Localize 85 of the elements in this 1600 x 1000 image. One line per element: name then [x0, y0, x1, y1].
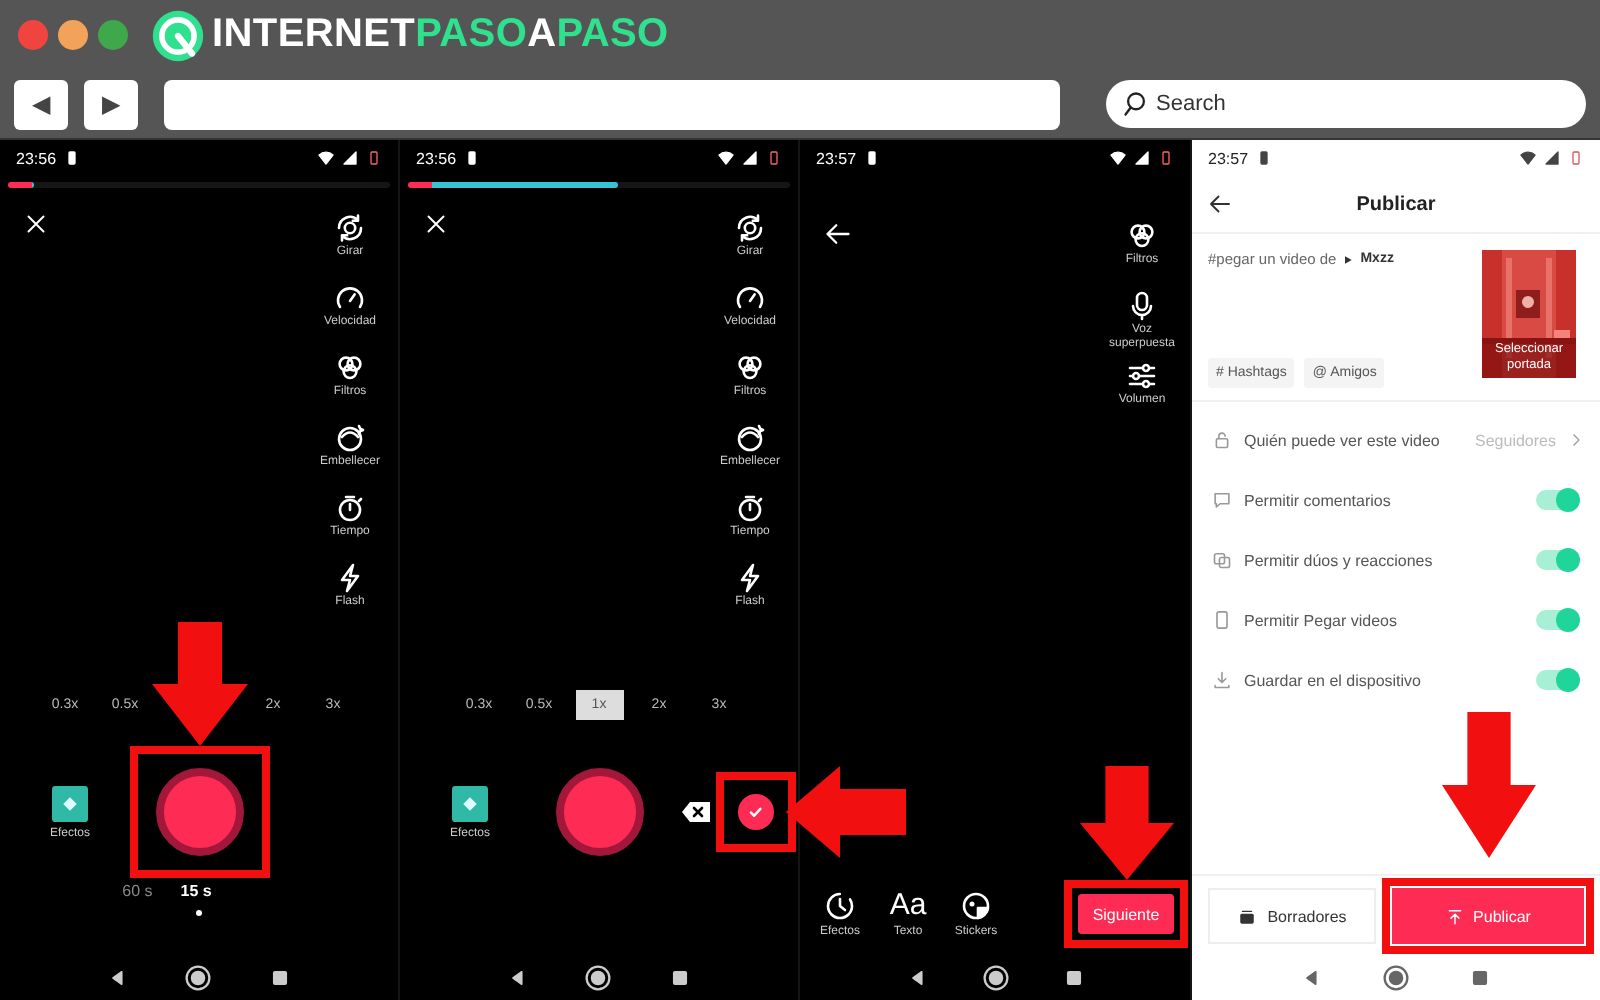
wifi-icon [1520, 150, 1536, 166]
chevron-icon [1568, 432, 1584, 448]
toggle-switch[interactable] [1536, 610, 1576, 630]
flip-camera-icon [734, 212, 766, 244]
forward-button[interactable]: ▶ [84, 79, 138, 129]
window-control[interactable] [98, 20, 128, 50]
publish-button[interactable]: Publicar [1392, 888, 1584, 944]
battery-icon [766, 150, 782, 166]
setting-label: Permitir Pegar videos [1244, 611, 1399, 629]
speed-icon [334, 282, 366, 314]
page-title: Publicar [1354, 193, 1438, 215]
toggle-switch[interactable] [1536, 490, 1576, 510]
setting-label: Permitir dúos y reacciones [1244, 551, 1435, 569]
annotation-arrow [152, 622, 248, 746]
status-time: 23:57 [1208, 149, 1249, 167]
filters-icon [1126, 220, 1158, 252]
home-icon[interactable] [1382, 964, 1410, 992]
effects-icon [451, 785, 488, 821]
download-icon [1212, 670, 1232, 690]
annotation-arrow [1079, 766, 1173, 880]
toggle-switch[interactable] [1536, 670, 1576, 690]
confirm-button[interactable] [738, 794, 774, 830]
play-icon [1342, 253, 1355, 265]
filters-icon [334, 352, 366, 384]
setting-label: Permitir comentarios [1244, 491, 1393, 509]
back-arrow-icon[interactable] [1208, 192, 1232, 216]
check-icon [746, 802, 766, 822]
logo-text: INTERNETPASOAPASO [212, 12, 669, 58]
record-button[interactable] [156, 768, 244, 856]
speed-icon [734, 282, 766, 314]
setting-label: Guardar en el dispositivo [1244, 671, 1423, 689]
back-icon[interactable] [508, 968, 529, 988]
search-icon [1122, 90, 1150, 118]
duet-icon [1212, 550, 1232, 570]
upload-icon [1445, 907, 1464, 925]
status-time: 23:57 [816, 149, 857, 167]
next-button[interactable]: Siguiente [1078, 894, 1174, 934]
back-arrow-icon[interactable] [824, 220, 852, 248]
record-button[interactable] [556, 768, 644, 856]
back-icon[interactable] [1302, 968, 1322, 988]
battery-icon [366, 150, 382, 166]
sliders-icon [1126, 360, 1158, 392]
toggle-switch[interactable] [1536, 550, 1576, 570]
signal-icon [742, 150, 758, 166]
filters-icon [734, 352, 766, 384]
microphone-icon [1126, 290, 1158, 322]
setting-label: Quién puede ver este video [1244, 431, 1442, 449]
signal-icon [1134, 150, 1150, 166]
recents-icon[interactable] [1470, 968, 1490, 988]
signal-icon [342, 150, 358, 166]
timer-icon [334, 492, 366, 524]
drafts-button[interactable]: Borradores [1208, 888, 1376, 944]
comment-icon [1212, 490, 1232, 510]
effects-icon [824, 890, 856, 922]
close-icon[interactable] [24, 212, 48, 236]
status-time: 23:56 [16, 149, 57, 167]
lock-icon [1212, 430, 1232, 450]
wifi-icon [718, 150, 734, 166]
battery-icon [1158, 150, 1174, 166]
sticker-icon [960, 890, 992, 922]
battery-icon [1568, 150, 1584, 166]
window-control[interactable] [58, 20, 88, 50]
back-icon[interactable] [907, 968, 927, 988]
duration-option[interactable]: 15 s [180, 881, 212, 899]
phone-icon [1212, 610, 1232, 630]
timer-icon [734, 492, 766, 524]
beauty-icon [734, 422, 766, 454]
wifi-icon [318, 150, 334, 166]
beauty-icon [334, 422, 366, 454]
flip-camera-icon [334, 212, 366, 244]
duration-option[interactable]: 60 s [122, 881, 153, 899]
address-field[interactable] [164, 79, 1060, 129]
effects-icon [51, 785, 88, 821]
status-time: 23:56 [416, 149, 457, 167]
back-button[interactable]: ◀ [14, 79, 68, 129]
annotation-arrow [786, 766, 906, 858]
search-field[interactable]: Search [1106, 80, 1586, 128]
close-icon[interactable] [424, 212, 448, 236]
wifi-icon [1110, 150, 1126, 166]
drafts-icon [1237, 907, 1256, 925]
delete-clip-icon[interactable] [680, 796, 712, 828]
back-icon[interactable] [108, 968, 129, 988]
signal-icon [1544, 150, 1560, 166]
logo-icon [150, 7, 206, 63]
selection-dot [196, 910, 202, 916]
